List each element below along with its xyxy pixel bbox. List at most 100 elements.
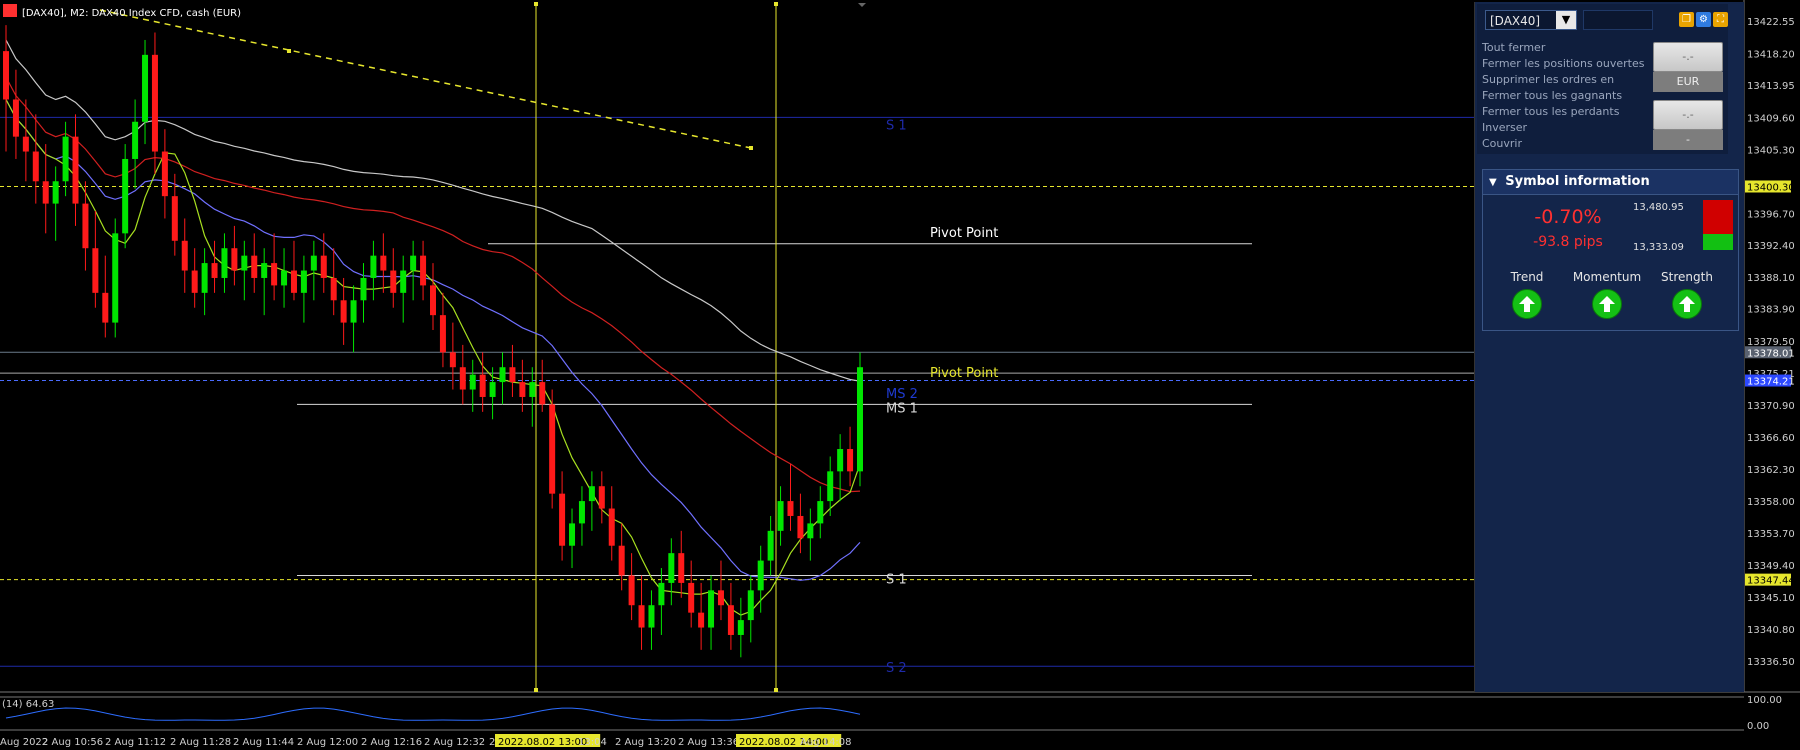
momentum-up-arrow-icon [1592, 289, 1622, 319]
price-tick: 13370.90 [1747, 401, 1795, 412]
candle [340, 300, 347, 323]
level-label-ms2: MS 2 [886, 387, 918, 402]
time-tick: 2 Aug 13:36 [678, 737, 739, 748]
green-range-bar [1703, 234, 1733, 250]
action-close-all[interactable]: Tout fermer [1482, 40, 1645, 56]
candle [82, 203, 89, 249]
candle [231, 248, 238, 271]
price-tick: 13358.00 [1747, 497, 1795, 508]
price-tick: 13422.55 [1747, 17, 1795, 28]
time-tick: 2 Aug 12:00 [297, 737, 358, 748]
time-tick: 13:04 [578, 737, 607, 748]
candle [618, 545, 625, 576]
candle [410, 255, 417, 271]
candle [708, 590, 715, 628]
price-tick: 13405.30 [1747, 145, 1795, 156]
candle [92, 248, 99, 293]
time-tick: 2 Aug 11:28 [170, 737, 231, 748]
candle [688, 582, 695, 613]
collapse-triangle-icon[interactable]: ▼ [1489, 177, 1497, 188]
gear-icon[interactable]: ⚙ [1696, 12, 1711, 27]
price-tick: 13349.40 [1747, 561, 1795, 572]
momentum-label: Momentum [1572, 270, 1642, 284]
candle [578, 501, 585, 524]
price-tick: 13392.40 [1747, 241, 1795, 252]
loss-sub-label: - [1653, 130, 1723, 150]
action-close-open[interactable]: Fermer les positions ouvertes [1482, 56, 1645, 72]
candle [598, 486, 605, 509]
candle [539, 382, 546, 405]
currency-label: EUR [1653, 72, 1723, 92]
candle [628, 575, 635, 606]
red-range-bar [1703, 200, 1733, 234]
time-tick: 2 Aug 12:32 [424, 737, 485, 748]
oscillator-level-100: 100.00 [1747, 695, 1782, 706]
price-tick: 13409.60 [1747, 113, 1795, 124]
symbol-value: [DAX40] [1490, 14, 1541, 28]
candle [320, 255, 327, 278]
price-tick: 13353.70 [1747, 529, 1795, 540]
price-tick: 13383.90 [1747, 304, 1795, 315]
candle [420, 255, 427, 286]
price-tick: 13413.95 [1747, 81, 1795, 92]
yellow-trendline [99, 9, 752, 149]
candle [151, 54, 158, 152]
trend-label: Trend [1510, 270, 1544, 284]
action-close-losers[interactable]: Fermer tous les perdants [1482, 104, 1645, 120]
candle [559, 493, 566, 546]
candle [171, 196, 178, 241]
time-marker: 2022.08.02 13:00 [498, 737, 587, 748]
high-low-bar [1703, 200, 1733, 250]
strength-label: Strength [1661, 270, 1713, 284]
price-tick: 13396.70 [1747, 209, 1795, 220]
change-pips: -93.8 pips [1533, 234, 1603, 250]
symbol-select[interactable]: [DAX40] ▼ [1485, 10, 1577, 30]
candle [62, 136, 69, 182]
candle [310, 255, 317, 271]
candle [459, 367, 466, 390]
action-close-winners[interactable]: Fermer tous les gagnants [1482, 88, 1645, 104]
trendline-handle-mid [287, 49, 291, 53]
time-tick: 2 Aug 10:56 [42, 737, 103, 748]
action-reverse[interactable]: Inverser [1482, 120, 1645, 136]
candle [380, 255, 387, 271]
symbol-info-header[interactable]: ▼ Symbol information [1483, 170, 1738, 195]
lot-size-input[interactable] [1583, 10, 1653, 30]
time-tick: 2 Aug 13:20 [615, 737, 676, 748]
candle [449, 352, 456, 368]
trade-panel: [DAX40] ▼ ❐ ⚙ ⛶ Tout fermer Fermer les p… [1474, 2, 1744, 692]
action-list: Tout fermer Fermer les positions ouverte… [1482, 40, 1645, 152]
chevron-down-icon[interactable]: ▼ [1556, 11, 1576, 29]
scroll-marker-icon [858, 3, 866, 7]
action-delete-orders[interactable]: Supprimer les ordres en [1482, 72, 1645, 88]
price-marker: 13374.21 [1747, 377, 1795, 388]
action-hedge[interactable]: Couvrir [1482, 136, 1645, 152]
level-label-s2: S 2 [886, 661, 907, 676]
candle [191, 270, 198, 293]
candle [569, 523, 576, 546]
candle [549, 404, 556, 494]
candle [638, 605, 645, 628]
candle [221, 248, 228, 278]
vertical-line-handle-top-0 [534, 2, 538, 6]
loss-button[interactable]: -.- [1653, 100, 1723, 130]
price-marker: 13400.30 [1747, 182, 1795, 193]
candle [102, 292, 109, 323]
candle [132, 121, 139, 159]
candle [281, 270, 288, 286]
candle [489, 382, 496, 397]
profit-button[interactable]: -.- [1653, 42, 1723, 72]
copy-icon[interactable]: ❐ [1679, 12, 1694, 27]
candle [777, 501, 784, 531]
price-tick: 13336.50 [1747, 657, 1795, 668]
candle [847, 449, 854, 472]
expand-icon[interactable]: ⛶ [1713, 12, 1728, 27]
price-tick: 13418.20 [1747, 49, 1795, 60]
candle [300, 270, 307, 293]
vertical-line-handle-top-1 [774, 2, 778, 6]
level-label-s1: S 1 [886, 572, 907, 587]
candle [261, 263, 268, 278]
level-label-pivot-lower: Pivot Point [930, 366, 998, 381]
candle [290, 270, 297, 293]
change-percent: -0.70% [1534, 206, 1602, 228]
